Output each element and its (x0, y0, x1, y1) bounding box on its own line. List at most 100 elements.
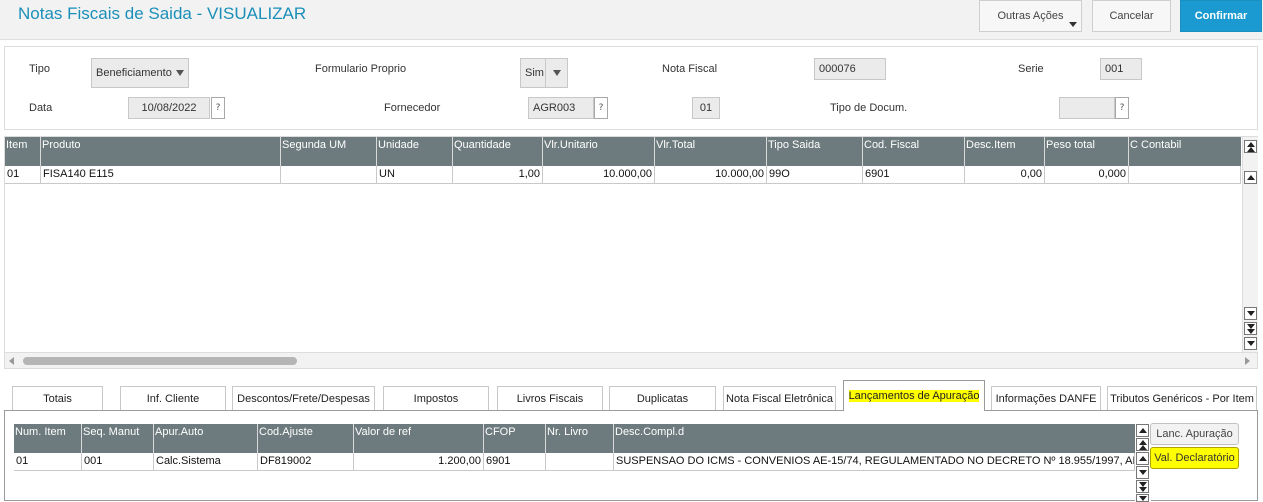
data-help-button[interactable]: ? (211, 97, 225, 119)
chevron-down-icon (545, 59, 567, 87)
cell-cfop: 6901 (484, 453, 546, 471)
cell-item: 01 (5, 166, 41, 184)
col-segunda-um[interactable]: Segunda UM (281, 137, 377, 166)
col-tipo-saida[interactable]: Tipo Saida (767, 137, 863, 166)
tab-duplicatas[interactable]: Duplicatas (609, 386, 716, 410)
col-valor-ref[interactable]: Valor de ref (354, 424, 484, 453)
scroll-bottom-icon[interactable] (1244, 337, 1257, 350)
tab-lancamentos-apuracao[interactable]: Lançamentos de Apuração (843, 380, 985, 411)
chevron-down-icon (172, 59, 188, 87)
cell-valor-ref: 1.200,00 (354, 453, 484, 471)
col-cod-ajuste[interactable]: Cod.Ajuste (258, 424, 354, 453)
tab-tributos-genericos[interactable]: Tributos Genéricos - Por Item (1107, 386, 1257, 410)
data-label: Data (29, 102, 53, 114)
col-num-item[interactable]: Num. Item (14, 424, 82, 453)
scroll-page-down-icon[interactable] (1136, 480, 1149, 493)
cell-produto: FISA140 E115 (41, 166, 281, 184)
header-form: Tipo Beneficiamento Formulario Proprio S… (4, 46, 1258, 130)
cell-desc-item: 0,00 (965, 166, 1045, 184)
horizontal-scroll-thumb[interactable] (23, 357, 297, 365)
col-vlr-unitario[interactable]: Vlr.Unitario (543, 137, 655, 166)
cell-nr-livro (546, 453, 614, 471)
scroll-top-icon[interactable] (1136, 438, 1149, 451)
tab-lancamentos-apuracao-label: Lançamentos de Apuração (848, 390, 980, 402)
data-field[interactable]: 10/08/2022 (128, 97, 210, 119)
tab-livros-fiscais[interactable]: Livros Fiscais (497, 386, 603, 410)
fornecedor-help-button[interactable]: ? (594, 97, 608, 119)
other-actions-button[interactable]: Outras Ações (979, 0, 1082, 32)
title-bar: Notas Fiscais de Saida - VISUALIZAR Outr… (0, 0, 1263, 40)
val-declaratorio-button[interactable]: Val. Declaratório (1150, 447, 1239, 469)
cell-vlr-total: 10.000,00 (655, 166, 767, 184)
tipo-value: Beneficiamento (96, 67, 172, 79)
items-grid-header: Item Produto Segunda UM Unidade Quantida… (5, 137, 1241, 166)
scroll-down-icon[interactable] (1136, 466, 1149, 479)
apuracao-vertical-scrollbar[interactable] (1135, 424, 1151, 502)
col-produto[interactable]: Produto (41, 137, 281, 166)
lanc-apuracao-button[interactable]: Lanc. Apuração (1150, 423, 1239, 445)
col-vlr-total[interactable]: Vlr.Total (655, 137, 767, 166)
cell-tipo-saida: 99O (767, 166, 863, 184)
scroll-top-icon[interactable] (1244, 140, 1257, 153)
scroll-left-icon[interactable] (9, 357, 14, 365)
tipo-doc-field[interactable] (1059, 97, 1115, 119)
cell-apur-auto: Calc.Sistema (154, 453, 258, 471)
cell-cod-ajuste: DF819002 (258, 453, 354, 471)
apuracao-grid-header: Num. Item Seq. Manut Apur.Auto Cod.Ajust… (14, 424, 1135, 453)
fornecedor-label: Fornecedor (384, 102, 441, 114)
scroll-down-icon[interactable] (1244, 307, 1257, 320)
col-apur-auto[interactable]: Apur.Auto (154, 424, 258, 453)
tipo-doc-help-button[interactable]: ? (1115, 97, 1129, 119)
cancel-button[interactable]: Cancelar (1092, 0, 1171, 32)
tab-totais[interactable]: Totais (12, 386, 103, 410)
scroll-page-down-icon[interactable] (1244, 322, 1257, 335)
tab-informacoes-danfe[interactable]: Informações DANFE (991, 386, 1101, 410)
col-c-contabil[interactable]: C Contabil (1129, 137, 1241, 166)
tab-nota-fiscal-eletronica[interactable]: Nota Fiscal Eletrônica (723, 386, 836, 410)
items-vertical-scrollbar[interactable] (1242, 137, 1258, 352)
cell-seq-manut: 001 (82, 453, 154, 471)
col-seq-manut[interactable]: Seq. Manut (82, 424, 154, 453)
col-peso-total[interactable]: Peso total (1045, 137, 1129, 166)
col-desc-compl[interactable]: Desc.Compl.d (614, 424, 1135, 453)
fornecedor-field[interactable]: AGR003 (528, 97, 594, 119)
items-horizontal-scrollbar[interactable] (5, 352, 1257, 368)
col-quantidade[interactable]: Quantidade (453, 137, 543, 166)
formulario-select[interactable]: Sim (520, 58, 568, 88)
cell-vlr-unitario: 10.000,00 (543, 166, 655, 184)
folder-tabs: Totais Inf. Cliente Descontos/Frete/Desp… (4, 380, 1258, 411)
formulario-label: Formulario Proprio (315, 63, 407, 75)
cell-c-contabil (1129, 166, 1241, 184)
tab-descontos[interactable]: Descontos/Frete/Despesas (232, 386, 375, 410)
tipo-label: Tipo (29, 63, 50, 75)
scroll-up-icon[interactable] (1136, 424, 1149, 437)
col-desc-item[interactable]: Desc.Item (965, 137, 1045, 166)
col-item[interactable]: Item (5, 137, 41, 166)
tipo-doc-label: Tipo de Docum. (830, 102, 908, 114)
serie-field[interactable]: 001 (1100, 58, 1142, 80)
tipo-select[interactable]: Beneficiamento (91, 58, 189, 88)
cell-cod-fiscal: 6901 (863, 166, 965, 184)
confirm-button[interactable]: Confirmar (1180, 0, 1262, 32)
formulario-value: Sim (525, 67, 544, 79)
cell-segunda-um (281, 166, 377, 184)
nota-fiscal-label: Nota Fiscal (662, 63, 718, 75)
scroll-up-icon[interactable] (1136, 452, 1149, 465)
chevron-down-icon (1069, 22, 1077, 27)
col-nr-livro[interactable]: Nr. Livro (546, 424, 614, 453)
scroll-right-icon[interactable] (1245, 357, 1250, 365)
apuracao-panel: Num. Item Seq. Manut Apur.Auto Cod.Ajust… (4, 410, 1258, 502)
tab-inf-cliente[interactable]: Inf. Cliente (120, 386, 226, 410)
col-cfop[interactable]: CFOP (484, 424, 546, 453)
tab-impostos[interactable]: Impostos (383, 386, 489, 410)
cell-num-item: 01 (14, 453, 82, 471)
serie-label: Serie (1018, 63, 1044, 75)
other-actions-label: Outras Ações (997, 10, 1064, 22)
cell-peso-total: 0,000 (1045, 166, 1129, 184)
page-title: Notas Fiscais de Saida - VISUALIZAR (18, 4, 307, 23)
loja-field[interactable]: 01 (692, 97, 720, 119)
col-unidade[interactable]: Unidade (377, 137, 453, 166)
col-cod-fiscal[interactable]: Cod. Fiscal (863, 137, 965, 166)
nota-fiscal-field[interactable]: 000076 (814, 58, 886, 80)
scroll-up-icon[interactable] (1244, 171, 1257, 184)
